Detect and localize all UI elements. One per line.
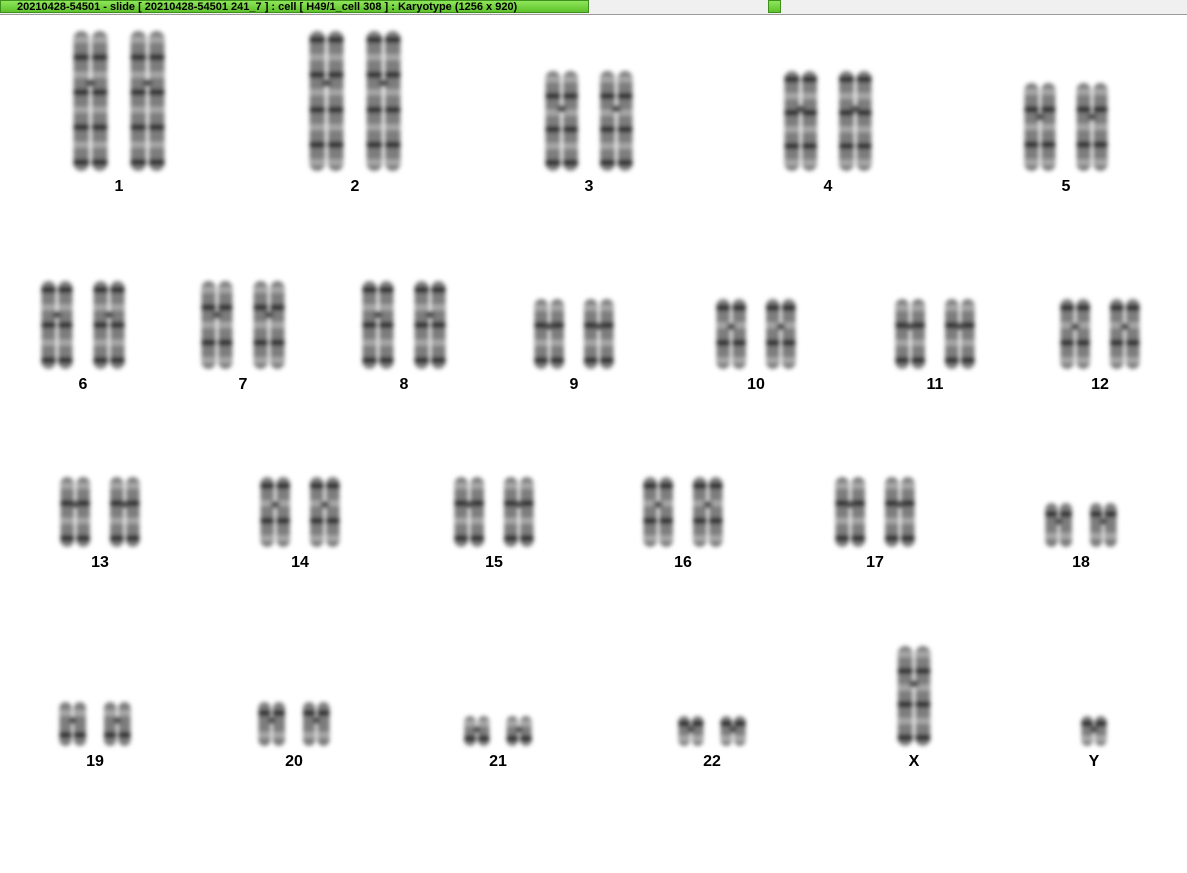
chromosome-12-2[interactable] [1110, 299, 1140, 369]
chromosome-label-X: X [909, 753, 920, 770]
chromosome-pair-4[interactable]: 4 [784, 71, 872, 195]
chromosome-11-2[interactable] [945, 299, 975, 369]
chromosome-20-2[interactable] [303, 702, 330, 746]
chromosome-16-1[interactable] [643, 477, 673, 547]
chromosome-1-1[interactable] [73, 31, 108, 171]
chromosome-18-1[interactable] [1045, 503, 1072, 547]
chromosome-21-2[interactable] [506, 716, 532, 746]
chromosome-pair-3[interactable]: 3 [545, 71, 633, 195]
chromosome-11-1[interactable] [895, 299, 925, 369]
chromosome-12-1[interactable] [1060, 299, 1090, 369]
chromosome-pair-22[interactable]: 22 [678, 716, 746, 770]
chromosome-label-11: 11 [927, 376, 944, 393]
chromosome-17-1[interactable] [835, 477, 865, 547]
chromosome-6-2[interactable] [93, 281, 125, 369]
chromosome-pair-17[interactable]: 17 [835, 477, 915, 571]
chromosome-label-2: 2 [351, 178, 360, 195]
chromosome-5-1[interactable] [1024, 83, 1056, 171]
chromosome-2-1[interactable] [309, 31, 344, 171]
chromosome-label-22: 22 [703, 753, 721, 770]
chromosome-pair-18[interactable]: 18 [1045, 503, 1117, 571]
chromosome-pair-8[interactable]: 8 [362, 281, 446, 393]
chromosome-9-1[interactable] [534, 299, 564, 369]
chromosome-pair-5[interactable]: 5 [1024, 83, 1108, 195]
chromosome-15-2[interactable] [504, 477, 534, 547]
chromosome-pair-2[interactable]: 2 [309, 31, 401, 195]
chromosome-label-7: 7 [239, 376, 248, 393]
chromosome-14-1[interactable] [260, 477, 290, 547]
chromosome-19-2[interactable] [104, 702, 131, 746]
chromosome-pair-6[interactable]: 6 [41, 281, 125, 393]
chromosome-8-2[interactable] [414, 281, 446, 369]
chromosome-label-6: 6 [79, 376, 88, 393]
chromosome-15-1[interactable] [454, 477, 484, 547]
chromosome-label-20: 20 [285, 753, 303, 770]
chromosome-label-10: 10 [747, 376, 765, 393]
chromosome-label-13: 13 [91, 554, 109, 571]
chromosome-label-1: 1 [115, 178, 124, 195]
chromosome-label-14: 14 [291, 554, 309, 571]
chromosome-13-1[interactable] [60, 477, 90, 547]
chromosome-Y-1[interactable] [1081, 716, 1107, 746]
chromosome-19-1[interactable] [59, 702, 86, 746]
chromosome-label-15: 15 [485, 554, 503, 571]
title-bar-handle[interactable] [768, 0, 781, 13]
chromosome-pair-14[interactable]: 14 [260, 477, 340, 571]
chromosome-7-2[interactable] [253, 281, 285, 369]
chromosome-8-1[interactable] [362, 281, 394, 369]
chromosome-16-2[interactable] [693, 477, 723, 547]
chromosome-pair-9[interactable]: 9 [534, 299, 614, 393]
chromosome-2-2[interactable] [366, 31, 401, 171]
chromosome-pair-Y[interactable]: Y [1081, 716, 1107, 770]
chromosome-4-2[interactable] [839, 71, 872, 171]
chromosome-17-2[interactable] [885, 477, 915, 547]
chromosome-X-1[interactable] [897, 646, 931, 746]
chromosome-1-2[interactable] [130, 31, 165, 171]
chromosome-pair-7[interactable]: 7 [201, 281, 285, 393]
chromosome-6-1[interactable] [41, 281, 73, 369]
chromosome-pair-21[interactable]: 21 [464, 716, 532, 770]
chromosome-22-2[interactable] [720, 716, 746, 746]
chromosome-pair-20[interactable]: 20 [258, 702, 330, 770]
chromosome-14-2[interactable] [310, 477, 340, 547]
chromosome-label-18: 18 [1072, 554, 1090, 571]
window-title-tab[interactable]: 20210428-54501 - slide [ 20210428-54501 … [0, 0, 589, 13]
chromosome-label-Y: Y [1089, 753, 1100, 770]
chromosome-20-1[interactable] [258, 702, 285, 746]
chromosome-label-9: 9 [570, 376, 579, 393]
chromosome-3-2[interactable] [600, 71, 633, 171]
chromosome-21-1[interactable] [464, 716, 490, 746]
chromosome-pair-X[interactable]: X [897, 646, 931, 770]
window-title: 20210428-54501 - slide [ 20210428-54501 … [17, 1, 518, 13]
title-bar: 20210428-54501 - slide [ 20210428-54501 … [0, 0, 1187, 15]
chromosome-label-19: 19 [86, 753, 104, 770]
chromosome-pair-12[interactable]: 12 [1060, 299, 1140, 393]
chromosome-3-1[interactable] [545, 71, 578, 171]
karyogram-canvas: 1 2 3 4 56 7 8 9 10 11 1213 14 15 16 17 1819 20 21 22 X Y [41, 31, 1140, 770]
chromosome-7-1[interactable] [201, 281, 233, 369]
chromosome-label-16: 16 [674, 554, 692, 571]
chromosome-label-12: 12 [1091, 376, 1109, 393]
chromosome-10-1[interactable] [716, 299, 746, 369]
chromosome-pair-1[interactable]: 1 [73, 31, 165, 195]
chromosome-label-3: 3 [585, 178, 594, 195]
chromosome-4-1[interactable] [784, 71, 817, 171]
chromosome-pair-16[interactable]: 16 [643, 477, 723, 571]
chromosome-label-4: 4 [824, 178, 833, 195]
chromosome-22-1[interactable] [678, 716, 704, 746]
chromosome-18-2[interactable] [1090, 503, 1117, 547]
chromosome-pair-11[interactable]: 11 [895, 299, 975, 393]
chromosome-pair-19[interactable]: 19 [59, 702, 131, 770]
chromosome-pair-15[interactable]: 15 [454, 477, 534, 571]
chromosome-10-2[interactable] [766, 299, 796, 369]
chromosome-pair-13[interactable]: 13 [60, 477, 140, 571]
chromosome-label-5: 5 [1062, 178, 1071, 195]
chromosome-9-2[interactable] [584, 299, 614, 369]
chromosome-5-2[interactable] [1076, 83, 1108, 171]
chromosome-pair-10[interactable]: 10 [716, 299, 796, 393]
chromosome-13-2[interactable] [110, 477, 140, 547]
chromosome-label-8: 8 [400, 376, 409, 393]
chromosome-label-17: 17 [866, 554, 884, 571]
chromosome-label-21: 21 [489, 753, 507, 770]
